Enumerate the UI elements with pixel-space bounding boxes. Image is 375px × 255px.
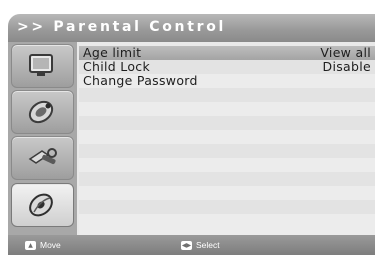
parental-control-window: >> Parental Control Age limit View all C…	[8, 14, 375, 255]
select-hint-label: Select	[196, 240, 220, 250]
menu-row-age-limit[interactable]: Age limit View all	[79, 46, 375, 60]
sidebar	[8, 42, 77, 235]
menu-row-child-lock[interactable]: Child Lock Disable	[79, 60, 375, 74]
child-lock-value: Disable	[322, 59, 371, 74]
sidebar-item-tv[interactable]	[11, 44, 74, 88]
move-hint: ▲ Move	[25, 235, 61, 255]
age-limit-value: View all	[320, 45, 371, 60]
age-limit-label: Age limit	[83, 45, 142, 60]
change-password-label: Change Password	[83, 73, 198, 88]
menu-row-empty	[79, 144, 375, 158]
menu-row-change-password[interactable]: Change Password	[79, 74, 375, 88]
select-hint: ◀▶ Select	[181, 235, 220, 255]
menu-row-empty	[79, 88, 375, 102]
menu-row-empty	[79, 116, 375, 130]
menu-row-empty	[79, 158, 375, 172]
ok-key-icon: ◀▶	[181, 240, 192, 250]
child-lock-label: Child Lock	[83, 59, 151, 74]
sidebar-item-tools[interactable]	[11, 136, 74, 180]
move-hint-label: Move	[40, 240, 61, 250]
wrench-tools-icon	[28, 148, 57, 165]
disc-settings-icon	[29, 193, 53, 217]
menu-row-empty	[79, 214, 375, 235]
menu-row-empty	[79, 186, 375, 200]
menu-row-empty	[79, 172, 375, 186]
tv-screen-icon	[29, 54, 53, 76]
sidebar-item-satellite[interactable]	[11, 90, 74, 134]
footer-hint-bar: ▲ Move ◀▶ Select	[8, 235, 375, 255]
sidebar-item-settings[interactable]	[11, 183, 74, 227]
menu-row-empty	[79, 130, 375, 144]
menu-row-empty	[79, 102, 375, 116]
up-down-key-icon: ▲	[25, 240, 36, 250]
title-bar: >> Parental Control	[8, 14, 375, 42]
page-title: >> Parental Control	[17, 19, 227, 35]
menu-list: Age limit View all Child Lock Disable Ch…	[79, 46, 375, 235]
satellite-dish-icon	[28, 100, 54, 124]
menu-row-empty	[79, 200, 375, 214]
